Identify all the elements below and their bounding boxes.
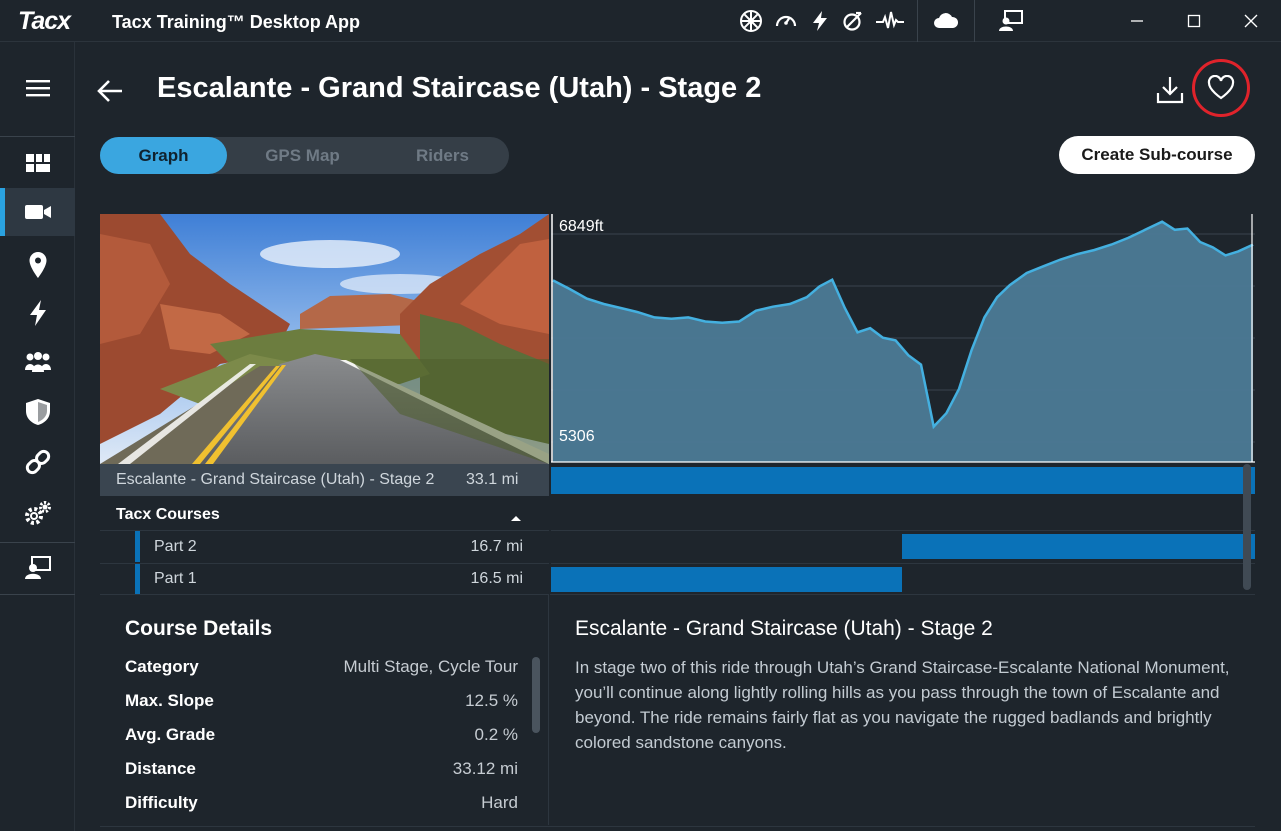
minimize-icon[interactable]	[1124, 8, 1150, 34]
detail-row-max-slope: Max. Slope 12.5 %	[125, 691, 518, 715]
collapse-caret-icon[interactable]	[510, 509, 522, 527]
detail-value: 0.2 %	[474, 725, 518, 744]
segment-bar-part-1[interactable]	[551, 567, 902, 592]
segment-name: Part 2	[154, 537, 197, 555]
cloud-icon[interactable]	[932, 9, 960, 33]
settings-icon[interactable]	[0, 489, 75, 537]
tacx-logo: Tacx	[18, 7, 71, 35]
heart-icon	[1207, 75, 1235, 100]
segment-distance: 33.1 mi	[466, 471, 519, 488]
detail-value: Multi Stage, Cycle Tour	[343, 657, 518, 676]
course-description-panel: Escalante - Grand Staircase (Utah) - Sta…	[550, 594, 1255, 825]
detail-row-distance: Distance 33.12 mi	[125, 759, 518, 783]
download-icon[interactable]	[1155, 74, 1185, 106]
segment-group-label: Tacx Courses	[116, 506, 220, 523]
tab-gps-map[interactable]: GPS Map	[240, 137, 365, 174]
video-icon[interactable]	[0, 188, 75, 236]
fan-icon[interactable]	[739, 9, 763, 33]
detail-value: 12.5 %	[465, 691, 518, 710]
detail-row-category: Category Multi Stage, Cycle Tour	[125, 657, 518, 681]
segment-distance: 16.5 mi	[470, 570, 523, 587]
favorite-button[interactable]	[1192, 59, 1250, 117]
elevation-area	[553, 221, 1253, 462]
sidebar	[0, 42, 75, 831]
detail-value: 33.12 mi	[452, 759, 518, 778]
menu-icon[interactable]	[0, 64, 75, 112]
sidebar-divider	[0, 136, 75, 137]
detail-key: Avg. Grade	[125, 725, 216, 744]
segment-row-main[interactable]: Escalante - Grand Staircase (Utah) - Sta…	[100, 464, 549, 496]
segment-distance: 16.7 mi	[470, 537, 523, 555]
segment-group-header[interactable]: Tacx Courses	[100, 500, 549, 530]
chart-max-elevation-label: 6849ft	[559, 218, 604, 235]
course-details-panel: Course Details Category Multi Stage, Cyc…	[100, 594, 549, 825]
title-bar: Tacx Tacx Training™ Desktop App	[0, 0, 1281, 42]
group-icon[interactable]	[0, 338, 75, 386]
shield-icon[interactable]	[0, 388, 75, 436]
tab-graph[interactable]: Graph	[100, 137, 227, 174]
power-icon[interactable]	[808, 9, 832, 33]
elevation-chart[interactable]: 6849ft 5306	[551, 214, 1255, 464]
segment-row-part-1[interactable]: Part 1 16.5 mi	[100, 564, 549, 594]
remote-display-icon[interactable]	[998, 9, 1024, 33]
dashboard-icon[interactable]	[0, 139, 75, 187]
course-details-heading: Course Details	[125, 617, 273, 640]
sidebar-divider	[0, 594, 75, 595]
link-icon[interactable]	[0, 438, 75, 486]
titlebar-divider	[974, 0, 975, 42]
location-icon[interactable]	[0, 241, 75, 289]
page-header: Escalante - Grand Staircase (Utah) - Sta…	[75, 42, 1281, 137]
segment-row-part-2[interactable]: Part 2 16.7 mi	[100, 531, 549, 562]
course-description-title: Escalante - Grand Staircase (Utah) - Sta…	[575, 617, 993, 640]
chart-min-elevation-label: 5306	[559, 428, 595, 445]
detail-row-avg-grade: Avg. Grade 0.2 %	[125, 725, 518, 749]
course-description-text: In stage two of this ride through Utah’s…	[575, 658, 1230, 752]
tab-riders[interactable]: Riders	[380, 137, 505, 174]
detail-key: Difficulty	[125, 793, 198, 812]
view-tabs: Graph GPS Map Riders	[100, 137, 509, 174]
detail-value: Hard	[481, 793, 518, 812]
row-divider	[551, 530, 1255, 531]
detail-row-difficulty: Difficulty Hard	[125, 793, 518, 817]
remote-display-icon[interactable]	[0, 544, 75, 592]
segment-scrollbar[interactable]	[1243, 464, 1251, 590]
page-title: Escalante - Grand Staircase (Utah) - Sta…	[157, 72, 762, 104]
cadence-icon[interactable]	[841, 9, 865, 33]
detail-key: Category	[125, 657, 199, 676]
detail-key: Max. Slope	[125, 691, 214, 710]
back-arrow-icon[interactable]	[95, 76, 125, 106]
detail-key: Distance	[125, 759, 196, 778]
speedometer-icon[interactable]	[774, 9, 798, 33]
segment-bar-main[interactable]	[551, 467, 1255, 494]
course-video-thumbnail[interactable]	[100, 214, 549, 464]
segment-list: Escalante - Grand Staircase (Utah) - Sta…	[100, 464, 1255, 594]
heartrate-icon[interactable]	[875, 9, 905, 33]
row-divider	[551, 563, 1255, 564]
maximize-icon[interactable]	[1181, 8, 1207, 34]
titlebar-divider	[917, 0, 918, 42]
create-sub-course-button[interactable]: Create Sub-course	[1059, 136, 1255, 174]
bottom-divider	[100, 826, 1255, 827]
sidebar-divider	[0, 542, 75, 543]
app-title: Tacx Training™ Desktop App	[112, 12, 361, 32]
power-icon[interactable]	[0, 289, 75, 337]
segment-bar-part-2[interactable]	[901, 534, 1255, 559]
close-icon[interactable]	[1238, 8, 1264, 34]
segment-name: Escalante - Grand Staircase (Utah) - Sta…	[116, 471, 435, 488]
details-scrollbar[interactable]	[532, 657, 540, 733]
segment-name: Part 1	[154, 570, 197, 587]
